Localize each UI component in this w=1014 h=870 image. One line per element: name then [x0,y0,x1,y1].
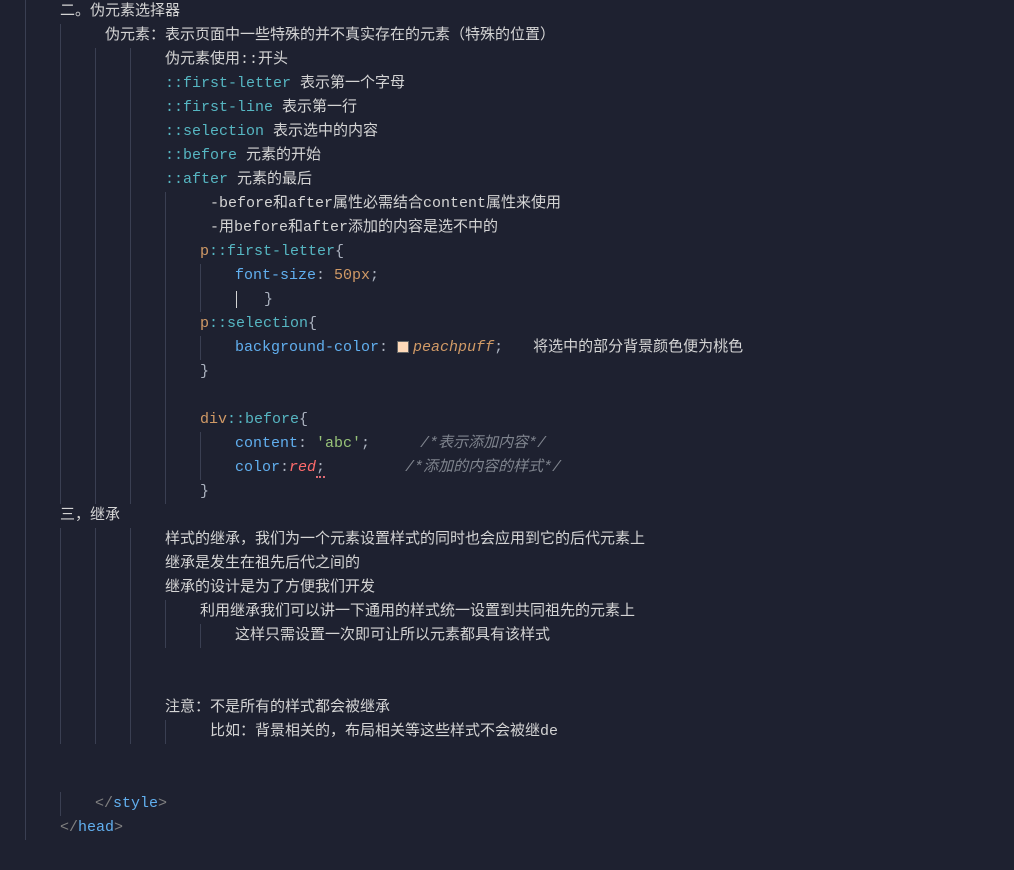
brace: { [335,243,344,260]
brace: { [299,411,308,428]
string-value: 'abc' [316,435,361,452]
code-line: -用before和after添加的内容是选不中的 [200,216,1014,240]
code-line: 继承的设计是为了方便我们开发 [165,576,1014,600]
code-line: 样式的继承，我们为一个元素设置样式的同时也会应用到它的后代元素上 [165,528,1014,552]
semicolon: ; [494,339,503,356]
comment: /*表示添加内容*/ [420,435,546,452]
colon: : [379,339,397,356]
selector: p [200,243,209,260]
code-line: ::selection 表示选中的内容 [165,120,1014,144]
code-line: content: 'abc'; /*表示添加内容*/ [235,432,1014,456]
code-line: 继承是发生在祖先后代之间的 [165,552,1014,576]
code-line: 伪元素：表示页面中一些特殊的并不真实存在的元素（特殊的位置） [95,24,1014,48]
code-line: 三，继承 [60,504,1014,528]
code-line: 利用继承我们可以讲一下通用的样式统一设置到共同祖先的元素上 [200,600,1014,624]
semicolon-warning: ; [316,459,325,478]
pseudo-element: ::first-letter [165,75,291,92]
empty-line [60,768,1014,792]
brace: { [308,315,317,332]
pseudo-element: ::before [227,411,299,428]
code-editor[interactable]: 二。伪元素选择器 伪元素：表示页面中一些特殊的并不真实存在的元素（特殊的位置） … [0,0,1014,840]
color-swatch-icon [397,341,409,353]
code-line: 注意：不是所有的样式都会被继承 [165,696,1014,720]
code-line: } [200,480,1014,504]
colon: : [298,435,316,452]
tag-name: head [78,819,114,836]
pseudo-element: ::selection [165,123,264,140]
pseudo-element: ::selection [209,315,308,332]
closing-tag-style: </style> [95,792,1014,816]
code-line: font-size: 50px; [235,264,1014,288]
brace: } [264,291,273,308]
code-line: 这样只需设置一次即可让所以元素都具有该样式 [235,624,1014,648]
code-line: 比如：背景相关的，布局相关等这些样式不会被继de [200,720,1014,744]
property: color [235,459,280,476]
semicolon: ; [370,267,379,284]
code-line: color:red; /*添加的内容的样式*/ [235,456,1014,480]
description: 表示选中的内容 [264,123,378,140]
comment-text: 将选中的部分背景颜色便为桃色 [533,339,743,356]
empty-line [60,744,1014,768]
colon: : [280,459,289,476]
code-line: p::first-letter{ [200,240,1014,264]
code-line: ::first-line 表示第一行 [165,96,1014,120]
code-line: p::selection{ [200,312,1014,336]
code-line: } [235,288,1014,312]
code-line: -before和after属性必需结合content属性来使用 [200,192,1014,216]
color-value: red [289,459,316,476]
description: 表示第一行 [273,99,357,116]
selector: p [200,315,209,332]
code-line: } [200,360,1014,384]
code-line: 二。伪元素选择器 [60,0,1014,24]
description: 表示第一个字母 [291,75,405,92]
comment: /*添加的内容的样式*/ [405,459,561,476]
code-line: ::first-letter 表示第一个字母 [165,72,1014,96]
property: content [235,435,298,452]
code-line: ::after 元素的最后 [165,168,1014,192]
code-line: background-color: peachpuff; 将选中的部分背景颜色便为… [235,336,1014,360]
cursor-icon [236,291,246,308]
closing-tag-head: </head> [60,816,1014,840]
empty-line [165,648,1014,672]
empty-line [165,672,1014,696]
value: 50px [334,267,370,284]
tag-name: style [113,795,158,812]
code-line: div::before{ [200,408,1014,432]
colon: : [316,267,334,284]
semicolon: ; [361,435,370,452]
color-value: peachpuff [413,339,494,356]
property: background-color [235,339,379,356]
description: 元素的最后 [228,171,312,188]
code-line: 伪元素使用::开头 [165,48,1014,72]
pseudo-element: ::after [165,171,228,188]
property: font-size [235,267,316,284]
empty-line [200,384,1014,408]
code-line: ::before 元素的开始 [165,144,1014,168]
pseudo-element: ::first-line [165,99,273,116]
pseudo-element: ::first-letter [209,243,335,260]
selector: div [200,411,227,428]
description: 元素的开始 [237,147,321,164]
pseudo-element: ::before [165,147,237,164]
